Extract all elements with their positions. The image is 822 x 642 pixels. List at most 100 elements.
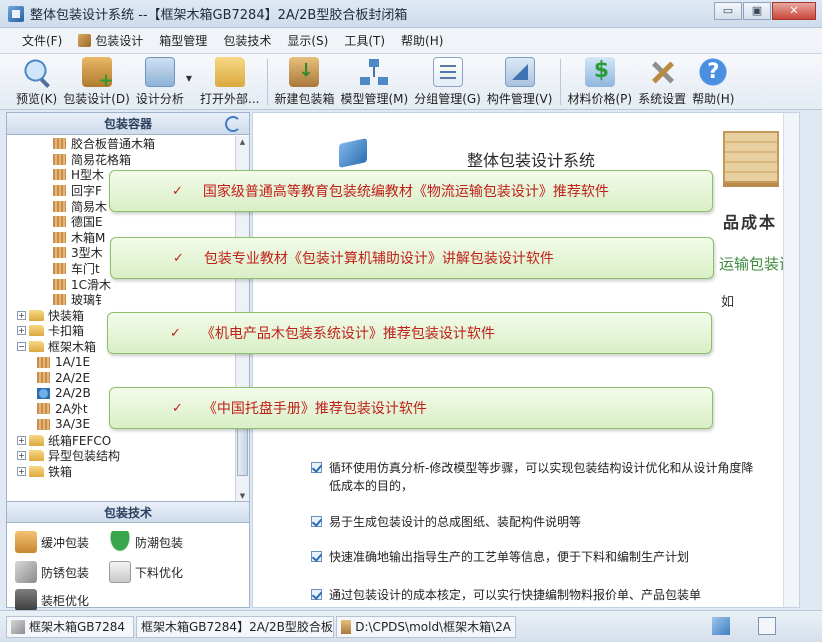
- cushion-icon: [15, 531, 37, 553]
- help-label: 帮助(H): [692, 92, 735, 106]
- tree-item[interactable]: 胶合板普通木箱: [7, 136, 235, 152]
- magnifier-icon: [21, 57, 52, 87]
- toolbar-separator: [267, 59, 269, 105]
- folder-icon: [214, 57, 245, 87]
- tree-item-label: H型木: [71, 168, 105, 183]
- model-manage-label: 模型管理(M): [340, 92, 409, 106]
- umbrella-icon: [109, 531, 131, 553]
- menu-view[interactable]: 显示(S): [279, 28, 336, 54]
- preview-button[interactable]: 预览(K): [16, 54, 57, 110]
- crate-icon: [53, 263, 66, 275]
- checkbox-icon[interactable]: [758, 617, 776, 635]
- title-bar: 整体包装设计系统 --【框架木箱GB7284】2A/2B型胶合板封闭箱 ▭ ▣ …: [0, 0, 822, 28]
- menu-tools[interactable]: 工具(T): [336, 28, 393, 54]
- tree-item-label: 德国E: [71, 215, 103, 230]
- tree-item-label: 1A/1E: [55, 355, 91, 370]
- tech-cushion[interactable]: 缓冲包装: [15, 531, 89, 553]
- analysis-icon: [144, 57, 175, 87]
- banner-text: 《中国托盘手册》推荐包装设计软件: [202, 401, 427, 417]
- chevron-down-icon[interactable]: ▼: [186, 74, 192, 83]
- selected-model-icon: [37, 387, 50, 399]
- folder-icon: [29, 341, 44, 353]
- triangle-icon: [504, 57, 535, 87]
- check-icon: ✓: [170, 325, 181, 341]
- feature-item: 循环使用仿真分析-修改模型等步骤，可以实现包装结构设计优化和从设计角度降低成本的…: [311, 459, 761, 495]
- open-external-button[interactable]: 打开外部...: [200, 54, 259, 110]
- status-segment-model: 框架木箱GB7284】2A/2B型胶合板封闭箱: [136, 615, 334, 638]
- expand-icon[interactable]: +: [17, 466, 26, 476]
- tree-item[interactable]: 玻璃钅: [7, 292, 235, 308]
- main-scrollbar[interactable]: [783, 113, 799, 607]
- status-model-text: 框架木箱GB7284】2A/2B型胶合板封闭箱: [141, 620, 333, 634]
- menu-file[interactable]: 文件(F): [14, 28, 70, 54]
- component-manage-button[interactable]: 构件管理(V): [487, 54, 552, 110]
- new-box-label: 新建包装箱: [274, 92, 335, 106]
- design-analysis-button[interactable]: 设计分析: [136, 54, 184, 110]
- tree-item[interactable]: 1A/1E: [7, 354, 235, 370]
- package-design-label: 包装设计(D): [63, 92, 130, 106]
- tree-item-label: 1C滑木: [71, 277, 112, 292]
- send-icon[interactable]: [712, 617, 730, 635]
- cutting-icon: [109, 561, 131, 583]
- expand-icon[interactable]: +: [17, 451, 26, 461]
- feature-text: 循环使用仿真分析-修改模型等步骤，可以实现包装结构设计优化和从设计角度降低成本的…: [329, 461, 754, 493]
- tree-item-label: 异型包装结构: [48, 449, 121, 464]
- folder-icon: [29, 450, 44, 462]
- system-settings-button[interactable]: 系统设置: [638, 54, 686, 110]
- check-icon: ✓: [172, 183, 183, 199]
- menu-package-design[interactable]: 包装设计: [70, 28, 151, 54]
- help-button[interactable]: 帮助(H): [692, 54, 734, 110]
- checkbox-icon: [311, 551, 322, 562]
- expand-icon[interactable]: +: [17, 435, 26, 445]
- tree-item[interactable]: + 铁箱: [7, 463, 235, 479]
- tree-item[interactable]: 德国E: [7, 214, 235, 230]
- tree-item-label: 玻璃钅: [71, 293, 108, 308]
- tree-item[interactable]: 简易花格箱: [7, 152, 235, 168]
- expand-icon[interactable]: +: [17, 326, 26, 336]
- model-manage-button[interactable]: 模型管理(M): [340, 54, 408, 110]
- side-text-3: 品成本: [723, 213, 778, 232]
- tree-item-label: 3型木: [71, 246, 103, 261]
- recommend-banner: ✓ 国家级普通高等教育包装统编教材《物流运输包装设计》推荐软件: [109, 170, 713, 212]
- scroll-up-icon[interactable]: ▲: [237, 136, 248, 148]
- group-manage-button[interactable]: 分组管理(G): [414, 54, 481, 110]
- material-price-button[interactable]: 材料价格(P): [567, 54, 632, 110]
- menu-help[interactable]: 帮助(H): [393, 28, 451, 54]
- minimize-button[interactable]: ▭: [714, 2, 742, 20]
- refresh-icon[interactable]: [225, 116, 241, 132]
- feature-text: 快速准确地输出指导生产的工艺单等信息，便于下料和编制生产计划: [329, 550, 690, 564]
- folder-icon: [29, 465, 44, 477]
- tree-item-label: 卡扣箱: [48, 324, 85, 339]
- menu-box-type[interactable]: 箱型管理: [151, 28, 215, 54]
- collapse-icon[interactable]: −: [17, 342, 26, 352]
- menu-package-tech[interactable]: 包装技术: [215, 28, 279, 54]
- signpost-icon: [341, 619, 352, 634]
- close-button[interactable]: ✕: [772, 2, 816, 20]
- tree-item-label: 3A/3E: [55, 417, 91, 432]
- feature-text: 易于生成包装设计的总成图纸、装配构件说明等: [329, 515, 582, 529]
- tech-rust[interactable]: 防锈包装: [15, 561, 89, 583]
- crate-icon: [53, 247, 66, 259]
- side-text-5: 如: [721, 295, 735, 310]
- tech-cutting[interactable]: 下料优化: [109, 561, 183, 583]
- recommend-banner: ✓ 包装专业教材《包装计算机辅助设计》讲解包装设计软件: [110, 237, 714, 279]
- new-box-button[interactable]: 新建包装箱: [274, 54, 334, 110]
- crate-icon: [53, 185, 66, 197]
- tech-moisture[interactable]: 防潮包装: [109, 531, 183, 553]
- tree-item[interactable]: + 纸箱FEFCO: [7, 432, 235, 448]
- tech-cutting-label: 下料优化: [135, 565, 184, 580]
- preview-label: 预览(K): [16, 92, 58, 106]
- tree-item[interactable]: + 异型包装结构: [7, 448, 235, 464]
- restore-button[interactable]: ▣: [743, 2, 771, 20]
- tree-item-label: 简易花格箱: [71, 152, 132, 167]
- package-icon: [78, 34, 92, 47]
- tree-item[interactable]: 2A/2E: [7, 370, 235, 386]
- feature-item: 易于生成包装设计的总成图纸、装配构件说明等: [311, 513, 761, 531]
- package-design-button[interactable]: 包装设计(D): [63, 54, 130, 110]
- tech-container[interactable]: 装柜优化: [15, 589, 89, 611]
- expand-icon[interactable]: +: [17, 310, 26, 320]
- checkbox-icon: [311, 589, 322, 600]
- crate-icon: [37, 372, 50, 384]
- box-plus-icon: [81, 57, 114, 91]
- status-type-text: 框架木箱GB7284: [29, 620, 126, 634]
